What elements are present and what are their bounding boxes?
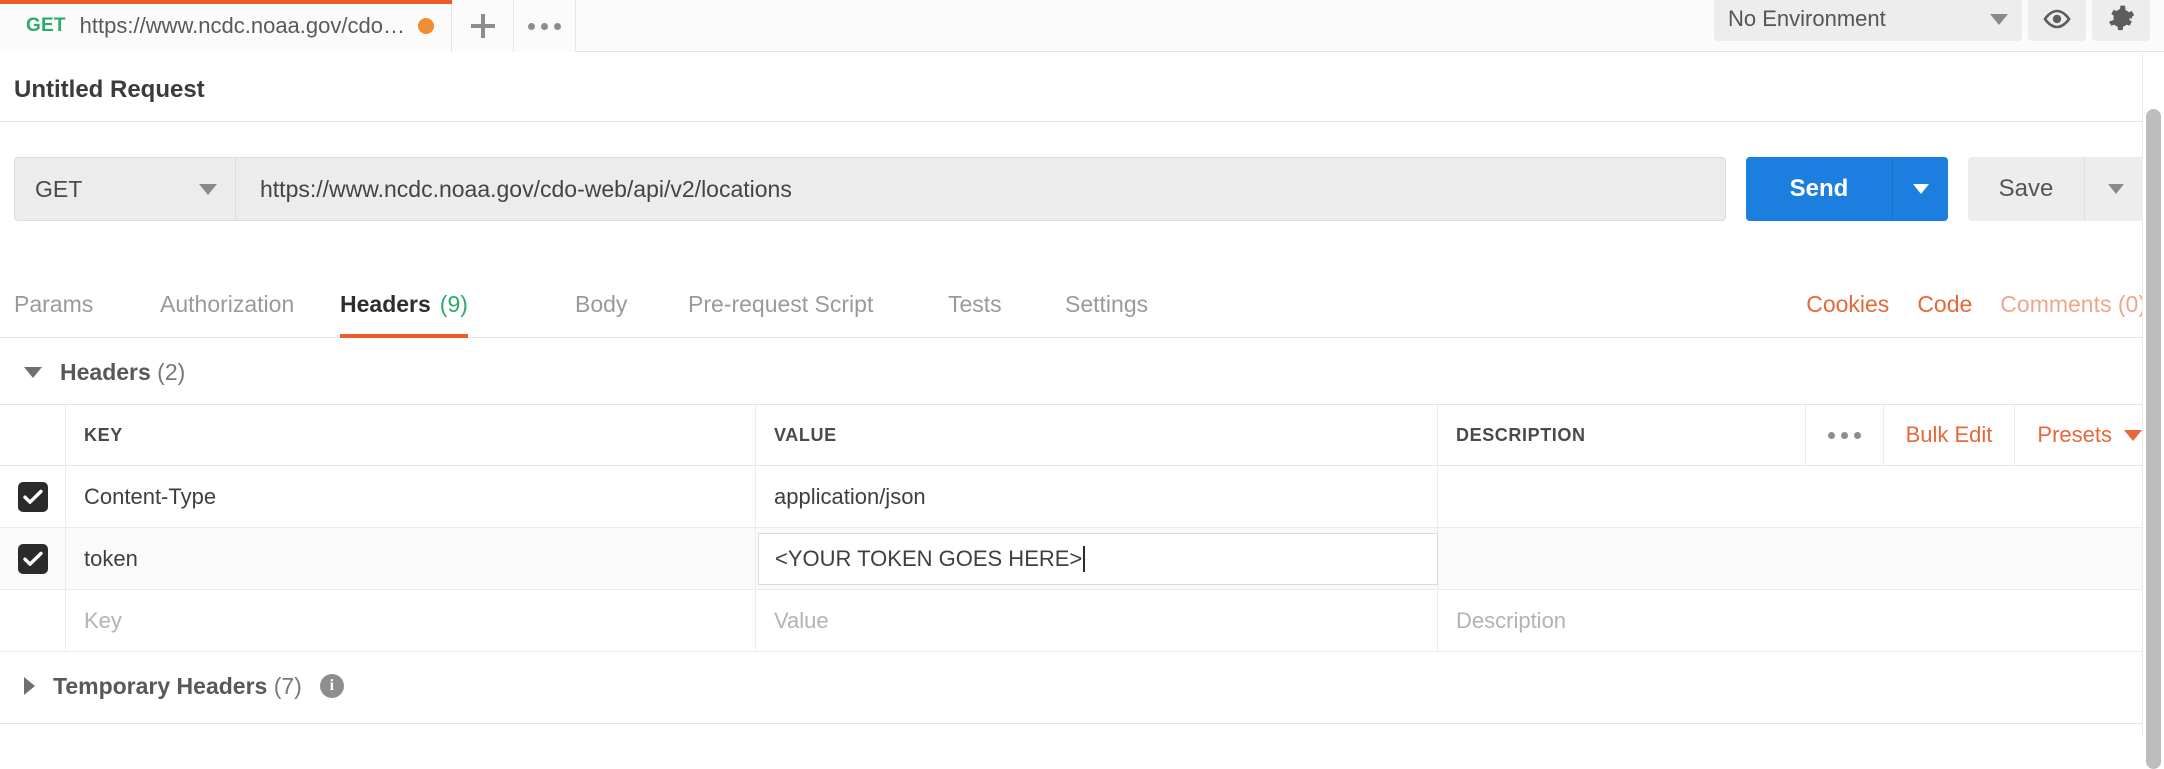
tab-tests[interactable]: Tests [948,270,1002,338]
gear-icon [2108,5,2135,31]
new-header-description-input[interactable]: Description [1438,590,2164,651]
tab-label: Tests [948,290,1002,317]
environment-selected-label: No Environment [1728,6,1886,31]
tab-label: Params [14,290,94,317]
new-header-key-input[interactable]: Key [66,590,756,651]
plus-icon [470,13,496,39]
tab-body[interactable]: Body [575,270,627,338]
http-method-label: GET [35,175,83,202]
tab-settings[interactable]: Settings [1065,270,1148,338]
header-description-input[interactable] [1438,528,2164,589]
presets-label: Presets [2037,422,2112,447]
tab-label: Settings [1065,290,1149,317]
table-header-row: KEY VALUE DESCRIPTION Bulk Edit Presets [0,404,2164,466]
new-tab-button[interactable] [452,0,514,52]
tab-count: (9) [439,290,468,317]
send-button[interactable]: Send [1746,157,1892,221]
temporary-headers-count: (7) [273,672,302,699]
tab-authorization[interactable]: Authorization [160,270,294,338]
unsaved-changes-dot [418,18,434,34]
chevron-down-icon [2107,184,2124,194]
tab-label: Headers [340,290,431,317]
tab-options-button[interactable] [514,0,576,52]
comments-link[interactable]: Comments (0) [2000,291,2146,318]
new-header-value-input[interactable]: Value [756,590,1438,651]
column-header-value: VALUE [756,405,1438,465]
chevron-down-icon [1990,13,2008,25]
save-button-group: Save [1968,157,2146,221]
tab-label: Authorization [160,290,295,317]
scrollbar-thumb[interactable] [2146,109,2161,769]
cookies-link[interactable]: Cookies [1806,291,1889,318]
table-row: token <YOUR TOKEN GOES HERE> [0,528,2164,590]
chevron-down-icon [1912,184,1929,194]
scrollbar-track[interactable] [2142,53,2164,769]
table-row: Content-Type application/json [0,466,2164,528]
header-value-cell: <YOUR TOKEN GOES HERE> [756,528,1438,589]
headers-section-label: Headers (2) [60,359,185,386]
select-all-cell [0,405,66,465]
temporary-headers-section-label: Temporary Headers (7) [53,673,302,700]
temporary-headers-section-toggle[interactable]: Temporary Headers (7) i [0,654,2164,718]
tab-label: Pre-request Script [688,290,874,317]
environment-selector[interactable]: No Environment [1714,0,2022,41]
header-value-input-focused[interactable]: <YOUR TOKEN GOES HERE> [758,533,1438,585]
environment-area: No Environment [1714,0,2150,52]
http-method-selector[interactable]: GET [14,157,236,221]
bottom-divider [0,723,2164,724]
header-key-input[interactable]: Content-Type [66,466,756,527]
chevron-down-icon [2124,429,2142,441]
text-cursor [1083,546,1086,572]
ellipsis-icon [528,22,561,30]
headers-table: KEY VALUE DESCRIPTION Bulk Edit Presets … [0,404,2164,652]
url-bar: GET https://www.ncdc.noaa.gov/cdo-web/ap… [14,157,1726,221]
header-description-input[interactable] [1438,466,2164,527]
table-row-placeholder: Key Value Description [0,590,2164,652]
request-section-tabs: Params Authorization Headers (9) Body Pr… [0,270,2164,338]
send-button-group: Send [1746,157,1948,221]
chevron-down-icon [24,366,42,378]
table-more-options-button[interactable] [1804,405,1883,465]
bulk-edit-button[interactable]: Bulk Edit [1882,405,2015,465]
save-button[interactable]: Save [1968,157,2084,221]
settings-button[interactable] [2092,0,2150,41]
request-tab[interactable]: GET https://www.ncdc.noaa.gov/cdo… [0,0,452,52]
row-checkbox-cell[interactable] [0,466,66,527]
eye-icon [2043,9,2071,29]
environment-quick-look-button[interactable] [2028,0,2086,41]
row-checkbox-cell[interactable] [0,528,66,589]
header-value-text: <YOUR TOKEN GOES HERE> [775,546,1083,571]
title-divider [0,121,2164,122]
chevron-right-icon [24,677,35,695]
tab-label: Body [575,290,628,317]
checkbox-checked-icon[interactable] [17,481,48,512]
tab-headers[interactable]: Headers (9) [340,270,468,338]
request-utility-links: Cookies Code Comments (0) [1806,270,2146,338]
header-value-input[interactable]: application/json [756,466,1438,527]
info-icon[interactable]: i [319,674,344,698]
headers-section-count: (2) [157,358,186,385]
column-header-key: KEY [66,405,756,465]
send-options-button[interactable] [1892,157,1948,221]
header-key-input[interactable]: token [66,528,756,589]
page-title: Untitled Request [14,76,205,103]
chevron-down-icon [199,183,217,195]
ellipsis-icon [1827,431,1861,439]
headers-section-toggle[interactable]: Headers (2) [0,340,2164,404]
temporary-headers-title: Temporary Headers [53,672,268,699]
code-link[interactable]: Code [1917,291,1972,318]
save-options-button[interactable] [2084,157,2146,221]
tab-params[interactable]: Params [14,270,93,338]
row-checkbox-cell-empty[interactable] [0,590,66,651]
headers-section-title: Headers [60,358,151,385]
request-tab-title: https://www.ncdc.noaa.gov/cdo… [79,13,405,38]
column-header-description: DESCRIPTION [1456,424,1586,445]
request-tab-method: GET [26,15,66,36]
checkbox-checked-icon[interactable] [17,543,48,574]
tab-pre-request-script[interactable]: Pre-request Script [688,270,873,338]
table-header-actions: Bulk Edit Presets [1804,405,2164,465]
url-input[interactable]: https://www.ncdc.noaa.gov/cdo-web/api/v2… [236,157,1726,221]
